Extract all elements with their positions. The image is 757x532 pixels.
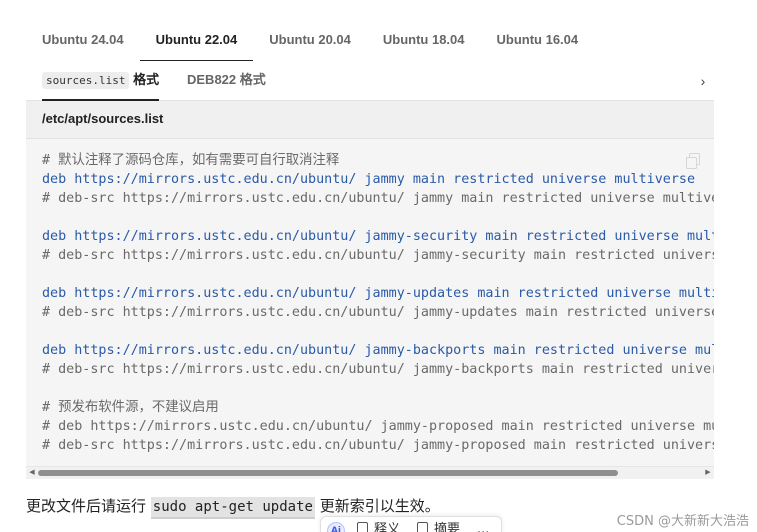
code-line: # deb-src https://mirrors.ustc.edu.cn/ub… (42, 438, 714, 453)
sources-list-code: sources.list (42, 72, 130, 89)
update-command: sudo apt-get update (150, 497, 315, 519)
file-path: /etc/apt/sources.list (42, 111, 164, 126)
more-button[interactable]: ... (477, 522, 489, 532)
code-line: deb https://mirrors.ustc.edu.cn/ubuntu/ … (42, 286, 714, 301)
clipped-sidebar-fragment (752, 2, 757, 16)
footer-text-before: 更改文件后请运行 (26, 497, 151, 515)
explain-icon (357, 522, 368, 532)
code-line: # 默认注释了源码仓库，如有需要可自行取消注释 (42, 153, 340, 168)
tab-ubuntu-1604[interactable]: Ubuntu 16.04 (481, 24, 595, 62)
selection-toolbar: Ai 释义 摘要 ... (320, 516, 502, 532)
code-line: # deb-src https://mirrors.ustc.edu.cn/ub… (42, 362, 714, 377)
format-tabs: sources.list 格式 DEB822 格式 › (26, 61, 714, 101)
tab-ubuntu-2204[interactable]: Ubuntu 22.04 (139, 24, 254, 62)
code-line: deb https://mirrors.ustc.edu.cn/ubuntu/ … (42, 343, 714, 358)
copy-icon[interactable] (686, 153, 700, 169)
tab-ubuntu-1804[interactable]: Ubuntu 18.04 (367, 24, 481, 62)
code-line: # deb https://mirrors.ustc.edu.cn/ubuntu… (42, 419, 714, 434)
code-lines: # 默认注释了源码仓库，如有需要可自行取消注释 deb https://mirro… (42, 151, 714, 455)
explain-button[interactable]: 释义 (357, 522, 400, 532)
footer-instruction: 更改文件后请运行 sudo apt-get update 更新索引以生效。 (26, 495, 440, 519)
scroll-right-icon[interactable]: ▶ (704, 468, 712, 478)
code-line: # 预发布软件源，不建议启用 (42, 400, 219, 415)
scrollbar-thumb[interactable] (38, 470, 618, 476)
code-block: # 默认注释了源码仓库，如有需要可自行取消注释 deb https://mirro… (26, 139, 714, 479)
code-line: deb https://mirrors.ustc.edu.cn/ubuntu/ … (42, 229, 714, 244)
scroll-left-icon[interactable]: ◀ (28, 468, 36, 478)
tab-ubuntu-2404[interactable]: Ubuntu 24.04 (26, 24, 140, 62)
tab-deb822-format[interactable]: DEB822 格式 (187, 61, 266, 101)
code-line: # deb-src https://mirrors.ustc.edu.cn/ub… (42, 191, 714, 206)
code-line: deb https://mirrors.ustc.edu.cn/ubuntu/ … (42, 172, 696, 187)
sources-format-suffix: 格式 (129, 72, 160, 87)
tab-sources-list-format[interactable]: sources.list 格式 (42, 61, 160, 101)
code-line: # deb-src https://mirrors.ustc.edu.cn/ub… (42, 248, 714, 263)
horizontal-scrollbar[interactable]: ◀ ▶ (26, 466, 714, 479)
tab-ubuntu-2004[interactable]: Ubuntu 20.04 (253, 24, 367, 62)
footer-text-after: 更新索引以生效。 (314, 497, 440, 515)
ai-assistant-icon[interactable]: Ai (327, 522, 345, 532)
file-path-header: /etc/apt/sources.list (26, 101, 714, 139)
summary-icon (417, 522, 428, 532)
summary-button[interactable]: 摘要 (417, 522, 460, 532)
csdn-watermark: CSDN @大新新大浩浩 (616, 514, 749, 529)
version-tabs: Ubuntu 24.04 Ubuntu 22.04 Ubuntu 20.04 U… (26, 24, 594, 62)
code-line: # deb-src https://mirrors.ustc.edu.cn/ub… (42, 305, 714, 320)
chevron-right-icon[interactable]: › (696, 72, 710, 90)
